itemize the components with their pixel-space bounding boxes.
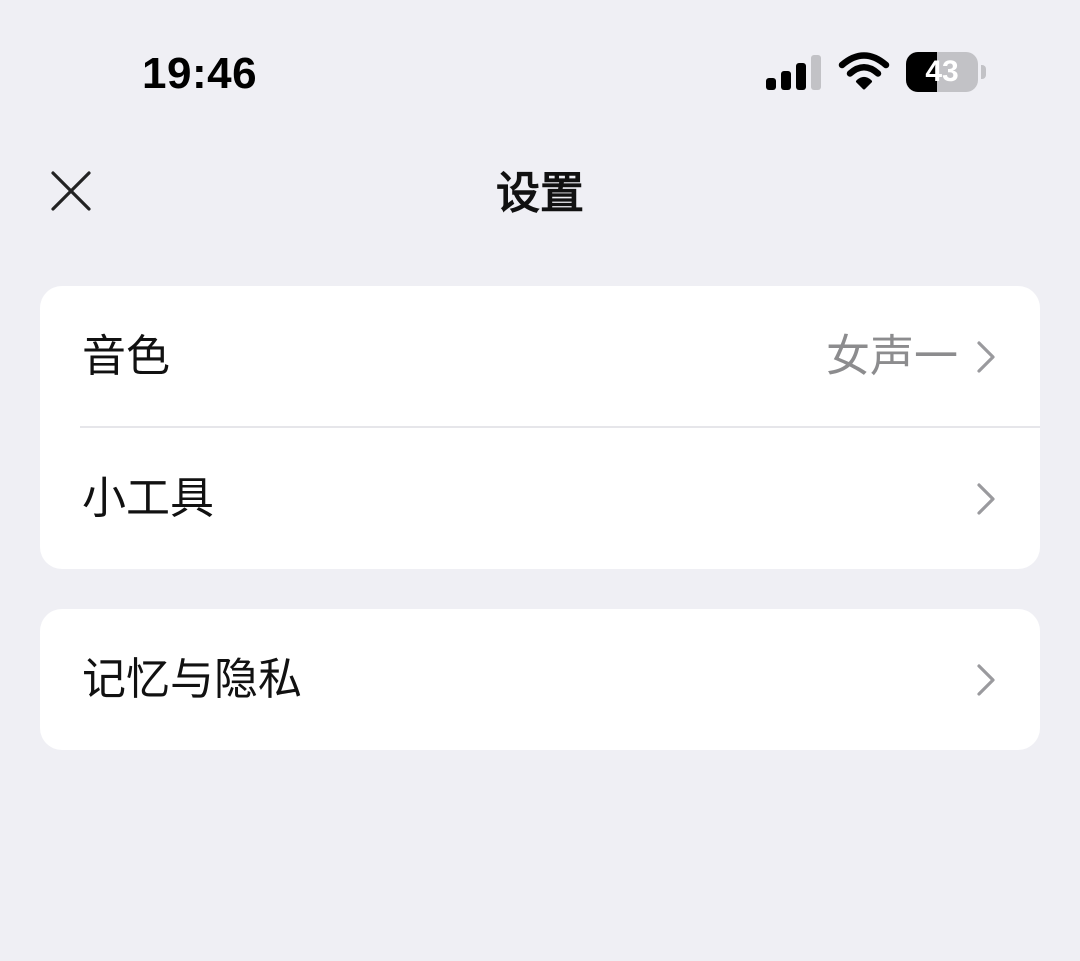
settings-card-voice-tools: 音色 女声一 小工具: [40, 286, 1040, 569]
row-label-memory-privacy: 记忆与隐私: [82, 654, 302, 705]
row-label-tools: 小工具: [82, 473, 214, 524]
settings-row-memory-privacy[interactable]: 记忆与隐私: [40, 609, 1040, 750]
status-bar: 19:46 43: [0, 0, 1080, 150]
row-label-voice: 音色: [82, 331, 170, 382]
row-value-voice: 女声一: [826, 331, 958, 382]
chevron-right-icon: [977, 341, 995, 373]
page-title: 设置: [496, 168, 584, 219]
status-time: 19:46: [142, 49, 258, 98]
battery-tip: [981, 65, 986, 79]
chevron-right-icon: [977, 483, 995, 515]
battery-body: 43: [906, 52, 978, 92]
wifi-icon: [838, 52, 890, 90]
chevron-right-icon: [977, 664, 995, 696]
settings-card-privacy: 记忆与隐私: [40, 609, 1040, 750]
battery-icon: 43: [906, 52, 988, 92]
settings-row-tools[interactable]: 小工具: [40, 428, 1040, 569]
battery-level: 43: [925, 55, 959, 88]
signal-icon: [766, 55, 821, 90]
settings-row-voice[interactable]: 音色 女声一: [40, 286, 1040, 427]
